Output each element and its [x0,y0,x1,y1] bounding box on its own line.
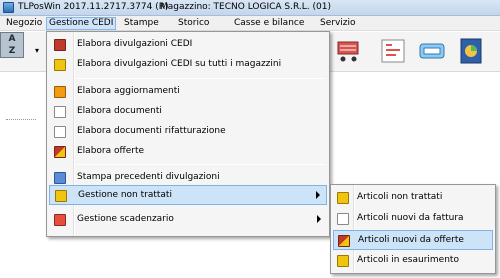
exhaust-icon [337,255,349,267]
submenu-arrow-icon [316,191,320,199]
submenu-item-label: Articoli nuovi da fattura [357,213,464,223]
menu-item-label: Gestione non trattati [78,190,172,200]
magazzino-label: Magazzino: TECNO LOGICA S.R.L. (01) [160,2,331,12]
toolbar-dropdown-arrow-icon[interactable]: ▾ [35,46,39,55]
menu-item-elabora-divulgazioni-cedi[interactable]: Elabora divulgazioni CEDI [49,35,327,55]
folder-icon [54,59,66,71]
window-title: TLPosWin 2017.11.2717.3774 (R) [18,2,169,12]
menu-item-gestione-scadenzario[interactable]: Gestione scadenzario [49,210,327,230]
submenu-item-articoli-non-trattati[interactable]: Articoli non trattati [333,188,493,208]
menu-bar: Negozio Gestione CEDI Stampe Storico Cas… [0,16,500,31]
invoice-icon [337,213,349,225]
menu-item-label: Elabora offerte [77,146,145,156]
app-icon [3,2,14,13]
menu-item-label: Gestione scadenzario [77,214,174,224]
menu-gestione-cedi[interactable]: Gestione CEDI [46,17,117,30]
cedi-elabora-icon [54,39,66,51]
document-icon [54,126,66,138]
menu-item-label: Stampa precedenti divulgazioni [77,172,220,182]
menu-item-label: Elabora divulgazioni CEDI [77,39,193,49]
menu-item-elabora-divulgazioni-tutti[interactable]: Elabora divulgazioni CEDI su tutti i mag… [49,55,327,75]
submenu-item-label: Articoli nuovi da offerte [358,235,464,245]
menu-item-elabora-aggiornamenti[interactable]: Elabora aggiornamenti [49,82,327,102]
chart-book-icon[interactable] [458,37,484,65]
non-trattati-submenu: Articoli non trattati Articoli nuovi da … [330,184,496,274]
menu-item-label: Elabora aggiornamenti [77,86,180,96]
scadenzario-icon [54,214,66,226]
print-icon [54,172,66,184]
gestione-cedi-menu: Elabora divulgazioni CEDI Elabora divulg… [46,31,330,237]
articles-icon [337,192,349,204]
menu-separator [76,164,326,165]
card-icon[interactable] [418,38,446,64]
document-icon [54,106,66,118]
menu-item-gestione-non-trattati[interactable]: Gestione non trattati [49,185,327,205]
cart-icon[interactable] [336,38,362,64]
submenu-item-label: Articoli in esaurimento [357,255,459,265]
list-report-icon[interactable] [380,38,406,64]
menu-item-elabora-documenti[interactable]: Elabora documenti [49,102,327,122]
non-trattati-icon [55,190,67,202]
submenu-arrow-icon [317,215,321,223]
submenu-item-articoli-nuovi-offerte[interactable]: Articoli nuovi da offerte [333,230,493,250]
menu-storico[interactable]: Storico [176,17,211,30]
submenu-item-label: Articoli non trattati [357,192,443,202]
menu-item-elabora-offerte[interactable]: Elabora offerte [49,142,327,162]
menu-item-label: Elabora documenti [77,106,162,116]
submenu-item-articoli-nuovi-fattura[interactable]: Articoli nuovi da fattura [333,209,493,229]
menu-item-elabora-documenti-rifatturazione[interactable]: Elabora documenti rifatturazione [49,122,327,142]
divider [6,119,36,120]
menu-item-label: Elabora divulgazioni CEDI su tutti i mag… [77,59,282,69]
submenu-item-articoli-esaurimento[interactable]: Articoli in esaurimento [333,251,493,271]
update-icon [54,86,66,98]
menu-negozio[interactable]: Negozio [4,17,44,30]
title-bar: TLPosWin 2017.11.2717.3774 (R) Magazzino… [0,0,500,16]
offers-icon [338,235,350,247]
menu-stampe[interactable]: Stampe [122,17,161,30]
menu-item-label: Elabora documenti rifatturazione [77,126,226,136]
offers-icon [54,146,66,158]
sort-az-icon[interactable]: AZ [0,32,24,58]
menu-servizio[interactable]: Servizio [318,17,358,30]
menu-separator [76,78,326,79]
menu-casse-e-bilance[interactable]: Casse e bilance [232,17,306,30]
